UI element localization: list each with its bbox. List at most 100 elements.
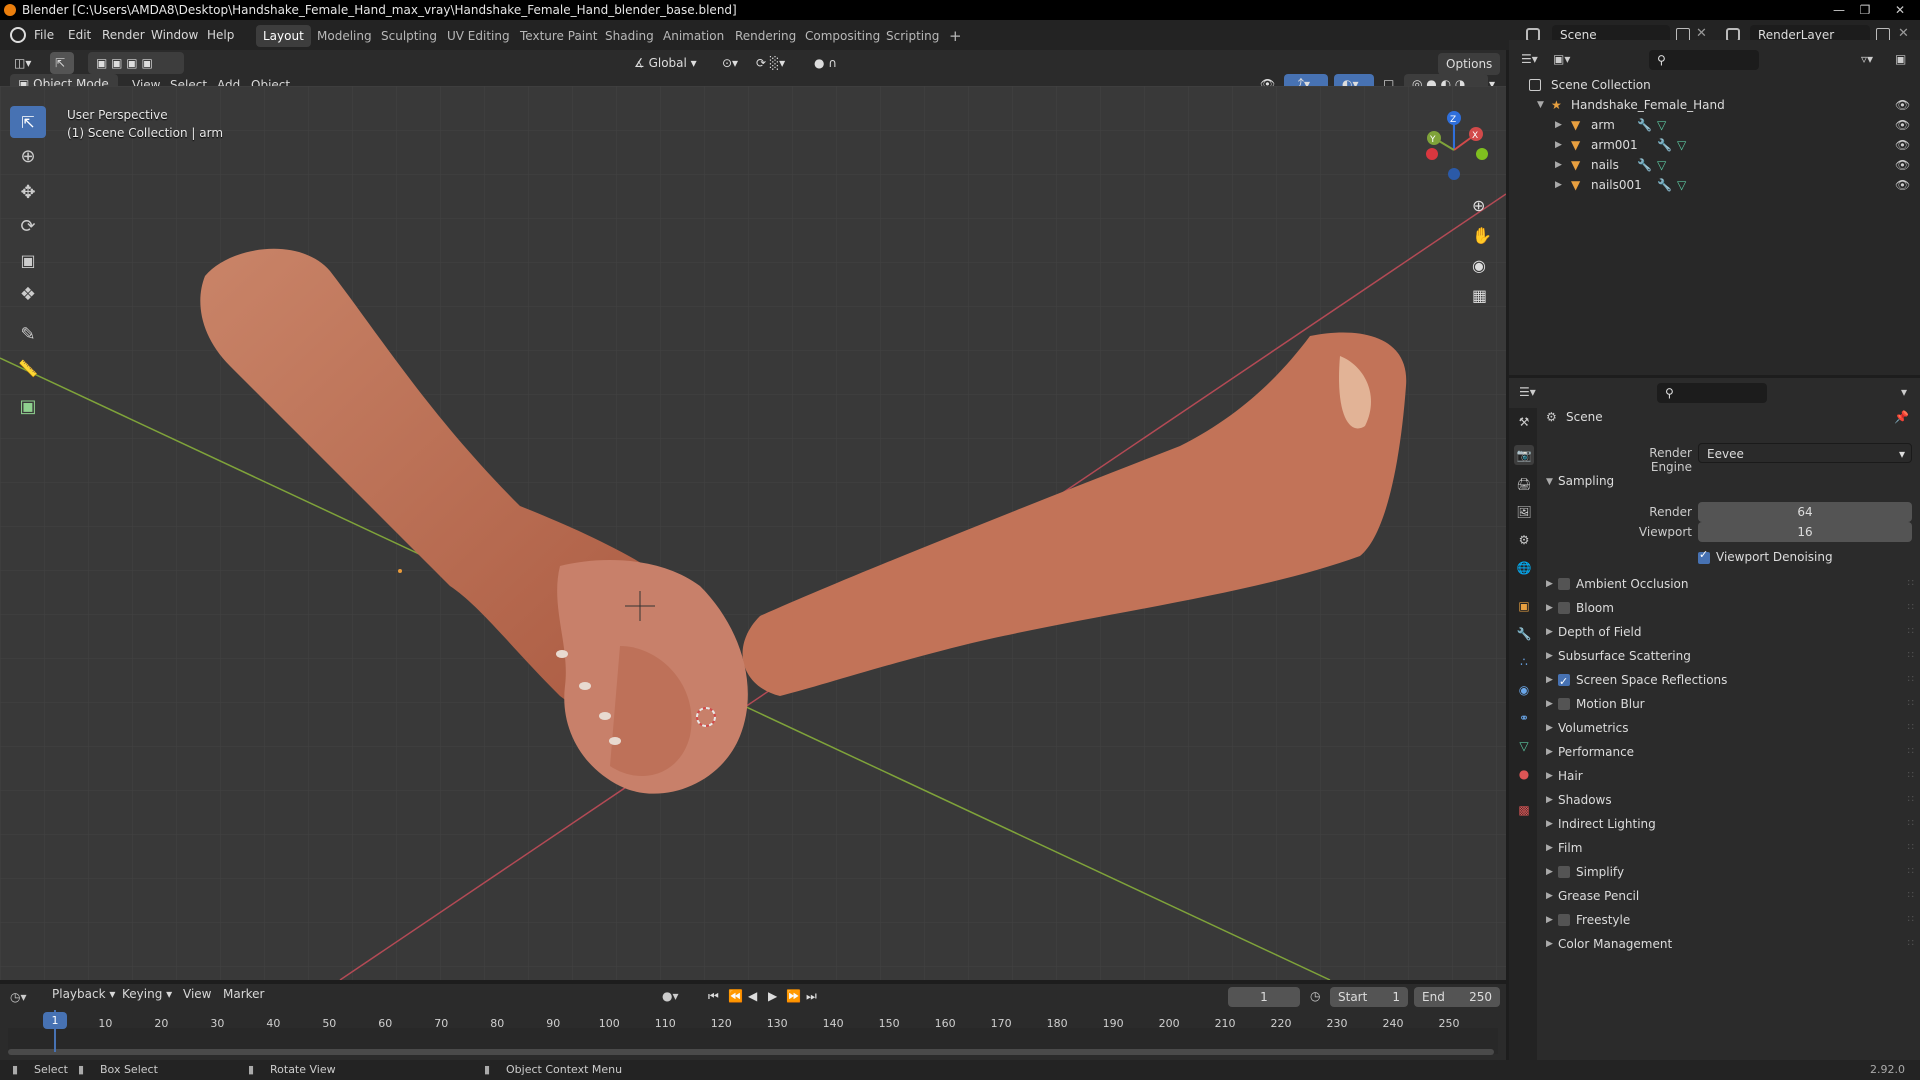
proportional-editing-toggle[interactable]: ● ∩	[806, 52, 852, 74]
camera-view-icon[interactable]: ◉	[1472, 256, 1486, 275]
panel-drag-handle-icon[interactable]: ∷	[1908, 716, 1914, 740]
viewport-denoising-checkbox[interactable]: ✓	[1698, 548, 1710, 564]
panel-drag-handle-icon[interactable]: ∷	[1908, 620, 1914, 644]
prev-keyframe-icon[interactable]: ⏪	[728, 989, 743, 1003]
timeline-editor-type-icon[interactable]: ◷▾	[10, 990, 27, 1004]
panel-header-motion-blur[interactable]: ▶ Motion Blur ∷	[1540, 692, 1920, 716]
options-dropdown[interactable]: Options ▾	[1438, 53, 1500, 93]
blender-menu-icon[interactable]	[10, 27, 26, 43]
expand-arrow-icon[interactable]: ▶	[1555, 155, 1562, 175]
panel-header-hair[interactable]: ▶ Hair ∷	[1540, 764, 1920, 788]
panel-enable-checkbox[interactable]	[1558, 578, 1570, 590]
tab-compositing[interactable]: Compositing	[798, 25, 887, 47]
maximize-button[interactable]: ❐	[1852, 0, 1878, 20]
tab-rendering[interactable]: Rendering	[728, 25, 803, 47]
scene-tab-icon[interactable]: ⚙	[1514, 530, 1534, 550]
pivot-point-dropdown[interactable]: ⊙▾	[714, 52, 744, 74]
timeline-menu-view[interactable]: View	[183, 979, 211, 1009]
panel-drag-handle-icon[interactable]: ∷	[1908, 860, 1914, 884]
editor-type-button[interactable]: ◫▾	[6, 52, 40, 74]
tool-tab-icon[interactable]: ⚒	[1514, 412, 1534, 432]
view-layer-tab-icon[interactable]: 🖼	[1514, 502, 1534, 522]
preview-range-clock-icon[interactable]: ◷	[1310, 989, 1320, 1003]
outliner-row-collection[interactable]: ▼ ★ Handshake_Female_Hand 👁	[1509, 95, 1920, 115]
panel-header-volumetrics[interactable]: ▶ Volumetrics ∷	[1540, 716, 1920, 740]
expand-arrow-icon[interactable]: ▶	[1555, 115, 1562, 135]
constraints-tab-icon[interactable]: ⚭	[1514, 708, 1534, 728]
move-tool[interactable]: ✥	[10, 176, 46, 208]
outliner-row-object[interactable]: ▶ ▼ arm001 🔧 ▽ 👁	[1509, 135, 1920, 155]
panel-header-simplify[interactable]: ▶ Simplify ∷	[1540, 860, 1920, 884]
panel-header-shadows[interactable]: ▶ Shadows ∷	[1540, 788, 1920, 812]
timeline-menu-playback[interactable]: Playback ▾	[52, 979, 115, 1009]
play-reverse-icon[interactable]: ◀	[748, 989, 757, 1003]
cursor-tool[interactable]: ⊕	[10, 140, 46, 172]
tab-layout[interactable]: Layout	[256, 25, 311, 47]
texture-tab-icon[interactable]: ▩	[1514, 800, 1534, 820]
annotate-tool[interactable]: ✎	[10, 318, 46, 350]
select-tool-mode-icon[interactable]: ⇱	[50, 52, 74, 74]
delete-view-layer-icon[interactable]: ✕	[1898, 26, 1909, 41]
panel-expand-arrow-icon[interactable]: ▶	[1546, 692, 1553, 716]
panel-header-ambient-occlusion[interactable]: ▶ Ambient Occlusion ∷	[1540, 572, 1920, 596]
tab-scripting[interactable]: Scripting	[879, 25, 946, 47]
navigation-gizmo[interactable]: Z X Y	[1414, 110, 1494, 190]
outliner-editor-type-icon[interactable]: ☰▾	[1521, 52, 1538, 66]
material-tab-icon[interactable]: ●	[1514, 764, 1534, 784]
next-keyframe-icon[interactable]: ⏩	[786, 989, 801, 1003]
panel-drag-handle-icon[interactable]: ∷	[1908, 884, 1914, 908]
start-frame-field[interactable]: Start 1	[1330, 987, 1408, 1007]
panel-expand-arrow-icon[interactable]: ▶	[1546, 668, 1553, 692]
rotate-tool[interactable]: ⟳	[10, 210, 46, 242]
jump-end-icon[interactable]: ⏭	[806, 989, 817, 1004]
end-frame-field[interactable]: End 250	[1414, 987, 1500, 1007]
panel-expand-arrow-icon[interactable]: ▶	[1546, 740, 1553, 764]
panel-drag-handle-icon[interactable]: ∷	[1908, 932, 1914, 956]
panel-drag-handle-icon[interactable]: ∷	[1908, 836, 1914, 860]
expand-arrow-icon[interactable]: ▶	[1555, 175, 1562, 195]
timeline-menu-keying[interactable]: Keying ▾	[122, 979, 172, 1009]
properties-options-icon[interactable]: ▾	[1901, 385, 1907, 399]
panel-header-freestyle[interactable]: ▶ Freestyle ∷	[1540, 908, 1920, 932]
visibility-eye-icon[interactable]: 👁	[1895, 135, 1910, 155]
menu-help[interactable]: Help	[207, 20, 234, 50]
panel-expand-arrow-icon[interactable]: ▶	[1546, 908, 1553, 932]
playhead-frame-badge[interactable]: 1	[43, 1012, 67, 1029]
snapping-toggle[interactable]: ⟳ ░▾	[748, 52, 802, 74]
particles-tab-icon[interactable]: ∴	[1514, 652, 1534, 672]
scale-tool[interactable]: ▣	[10, 244, 46, 276]
auto-keying-record-icon[interactable]: ●▾	[662, 989, 679, 1003]
visibility-eye-icon[interactable]: 👁	[1895, 95, 1910, 115]
panel-header-depth-of-field[interactable]: ▶ Depth of Field ∷	[1540, 620, 1920, 644]
visibility-eye-icon[interactable]: 👁	[1895, 155, 1910, 175]
tab-texture-paint[interactable]: Texture Paint	[513, 25, 604, 47]
panel-drag-handle-icon[interactable]: ∷	[1908, 596, 1914, 620]
select-box-tool[interactable]: ⇱	[10, 106, 46, 138]
visibility-eye-icon[interactable]: 👁	[1895, 115, 1910, 135]
panel-drag-handle-icon[interactable]: ∷	[1908, 668, 1914, 692]
panel-expand-arrow-icon[interactable]: ▶	[1546, 596, 1553, 620]
filter-icon[interactable]: ▿▾	[1861, 52, 1873, 66]
tab-sculpting[interactable]: Sculpting	[374, 25, 444, 47]
panel-header-color-management[interactable]: ▶ Color Management ∷	[1540, 932, 1920, 956]
panel-header-performance[interactable]: ▶ Performance ∷	[1540, 740, 1920, 764]
panel-drag-handle-icon[interactable]: ∷	[1908, 740, 1914, 764]
panel-drag-handle-icon[interactable]: ∷	[1908, 764, 1914, 788]
expand-arrow-icon[interactable]: ▶	[1555, 135, 1562, 155]
modifier-tab-icon[interactable]: 🔧	[1514, 624, 1534, 644]
outliner-row-object[interactable]: ▶ ▼ nails001 🔧 ▽ 👁	[1509, 175, 1920, 195]
tab-uv-editing[interactable]: UV Editing	[440, 25, 517, 47]
outliner-row-object[interactable]: ▶ ▼ arm 🔧 ▽ 👁	[1509, 115, 1920, 135]
panel-drag-handle-icon[interactable]: ∷	[1908, 644, 1914, 668]
current-frame-field[interactable]: 1	[1228, 987, 1300, 1007]
properties-editor-type-icon[interactable]: ☰▾	[1519, 385, 1536, 399]
tab-animation[interactable]: Animation	[656, 25, 731, 47]
output-tab-icon[interactable]: 🖨	[1514, 474, 1534, 494]
physics-tab-icon[interactable]: ◉	[1514, 680, 1534, 700]
panel-expand-arrow-icon[interactable]: ▶	[1546, 716, 1553, 740]
panel-expand-arrow-icon[interactable]: ▶	[1546, 788, 1553, 812]
properties-search-input[interactable]: ⚲	[1657, 383, 1767, 403]
panel-drag-handle-icon[interactable]: ∷	[1908, 692, 1914, 716]
panel-enable-checkbox[interactable]	[1558, 602, 1570, 614]
menu-render[interactable]: Render	[102, 20, 145, 50]
